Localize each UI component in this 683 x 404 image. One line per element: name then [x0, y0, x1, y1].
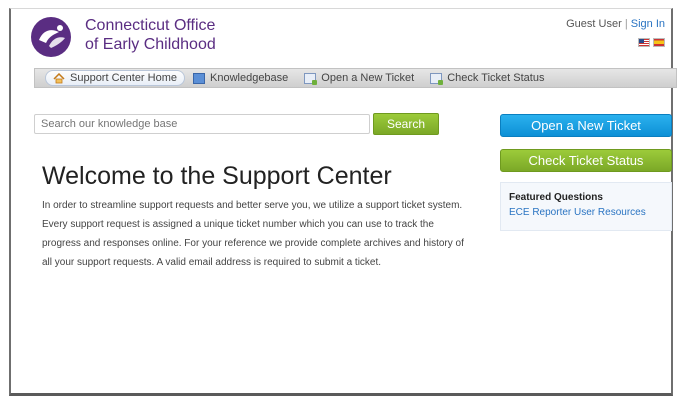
ece-reporter-resources-link[interactable]: ECE Reporter User Resources [509, 207, 663, 218]
user-separator: | [624, 18, 628, 30]
main-nav: Support Center Home Knowledgebase Open a… [34, 68, 677, 88]
org-name-line1: Connecticut Office [85, 17, 216, 34]
nav-label: Knowledgebase [210, 72, 289, 84]
featured-questions-title: Featured Questions [509, 192, 603, 203]
nav-label: Check Ticket Status [447, 72, 545, 84]
nav-open-new-ticket[interactable]: Open a New Ticket [296, 69, 422, 87]
book-icon [193, 72, 205, 84]
guest-user-label: Guest User [566, 18, 622, 30]
nav-label: Support Center Home [70, 72, 177, 84]
featured-questions-panel: Featured Questions ECE Reporter User Res… [500, 182, 672, 231]
new-ticket-icon [304, 72, 318, 85]
org-name-line2: of Early Childhood [85, 36, 216, 53]
spain-flag-icon[interactable] [653, 38, 665, 47]
search-input[interactable] [34, 114, 370, 134]
us-flag-icon[interactable] [638, 38, 650, 47]
search-button[interactable]: Search [373, 113, 439, 135]
open-new-ticket-button[interactable]: Open a New Ticket [500, 114, 672, 137]
home-icon [53, 72, 65, 83]
search-bar: Search [34, 113, 439, 135]
check-ticket-status-button[interactable]: Check Ticket Status [500, 149, 672, 172]
nav-label: Open a New Ticket [321, 72, 415, 84]
nav-check-ticket-status[interactable]: Check Ticket Status [422, 69, 552, 87]
nav-knowledgebase[interactable]: Knowledgebase [185, 69, 296, 87]
oec-logo [31, 17, 71, 57]
ticket-status-icon [430, 72, 444, 85]
language-flags [638, 38, 665, 47]
user-area: Guest User | Sign In [566, 18, 665, 30]
sign-in-link[interactable]: Sign In [631, 18, 665, 30]
page-title: Welcome to the Support Center [42, 162, 392, 190]
nav-support-center-home[interactable]: Support Center Home [45, 70, 185, 86]
organization-name[interactable]: Connecticut Office of Early Childhood [85, 16, 216, 54]
welcome-description: In order to streamline support requests … [42, 200, 464, 268]
